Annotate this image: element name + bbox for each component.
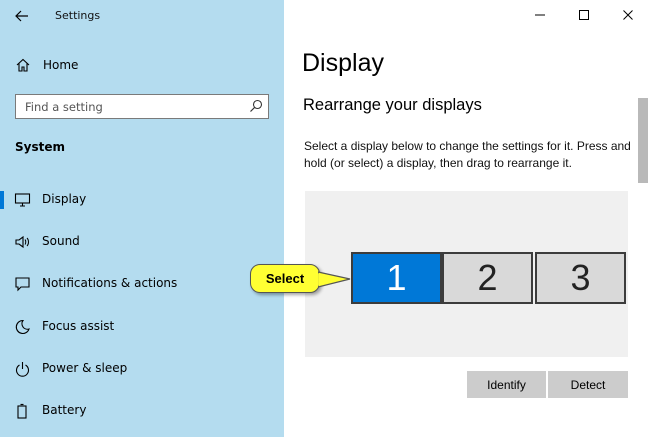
section-heading: Rearrange your displays	[303, 96, 482, 114]
search-icon	[250, 99, 263, 112]
section-title: System	[15, 140, 65, 154]
power-icon	[15, 362, 30, 377]
home-icon	[16, 58, 30, 72]
detect-button[interactable]: Detect	[548, 371, 628, 398]
display-1-tile[interactable]: 1	[351, 252, 442, 304]
close-button[interactable]	[606, 0, 650, 30]
minimize-button[interactable]	[518, 0, 562, 30]
maximize-button[interactable]	[562, 0, 606, 30]
sidebar-item-label: Sound	[42, 234, 80, 248]
home-link[interactable]: Home	[0, 54, 284, 78]
sidebar-item-label: Display	[42, 192, 87, 206]
sidebar-item-sound[interactable]: Sound	[0, 227, 284, 257]
notification-icon	[15, 277, 30, 292]
sidebar-item-notifications[interactable]: Notifications & actions	[0, 269, 284, 299]
battery-icon	[17, 403, 27, 419]
search-placeholder: Find a setting	[25, 100, 103, 114]
select-callout: Select	[250, 264, 320, 293]
back-arrow-icon	[15, 10, 28, 22]
callout-pointer	[318, 271, 351, 288]
home-label: Home	[43, 58, 79, 72]
sidebar-item-display[interactable]: Display	[0, 185, 284, 215]
back-button[interactable]	[8, 3, 36, 29]
sidebar-item-label: Power & sleep	[42, 361, 128, 375]
moon-icon	[15, 319, 30, 335]
maximize-icon	[579, 10, 589, 20]
minimize-icon	[535, 14, 545, 16]
sidebar-item-power-sleep[interactable]: Power & sleep	[0, 354, 284, 384]
sidebar-item-focus-assist[interactable]: Focus assist	[0, 312, 284, 342]
speaker-icon	[15, 235, 29, 249]
sidebar-item-label: Focus assist	[42, 319, 115, 333]
monitor-icon	[14, 193, 31, 207]
instructions-text: Select a display below to change the set…	[304, 139, 631, 170]
window-controls	[518, 0, 650, 32]
sidebar: Settings Home Find a setting System Disp…	[0, 0, 284, 437]
sidebar-item-battery[interactable]: Battery	[0, 396, 284, 426]
display-3-tile[interactable]: 3	[535, 252, 626, 304]
sidebar-item-label: Battery	[42, 403, 87, 417]
selected-indicator	[0, 191, 4, 209]
app-title: Settings	[55, 9, 101, 22]
search-input[interactable]: Find a setting	[15, 94, 269, 119]
main-content: Display Rearrange your displays Select a…	[284, 0, 650, 437]
display-2-tile[interactable]: 2	[442, 252, 533, 304]
identify-button[interactable]: Identify	[467, 371, 546, 398]
scrollbar-thumb[interactable]	[638, 98, 648, 183]
title-bar-left: Settings	[0, 0, 284, 32]
close-icon	[623, 10, 633, 20]
sidebar-item-label: Notifications & actions	[42, 276, 178, 290]
page-title: Display	[302, 49, 384, 77]
display-arrangement-area[interactable]: 1 2 3	[305, 191, 628, 357]
